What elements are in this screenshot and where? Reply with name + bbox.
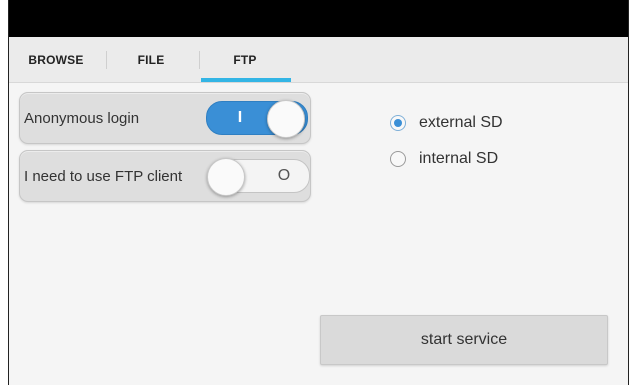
status-bar [9, 0, 628, 37]
ftp-client-row[interactable]: I need to use FTP client O [19, 150, 311, 202]
radio-unchecked-icon[interactable] [390, 151, 406, 167]
radio-internal-sd-label: internal SD [419, 150, 499, 167]
ftp-client-label: I need to use FTP client [24, 167, 183, 185]
radio-internal-sd[interactable]: internal SD [390, 146, 498, 172]
switch-knob [267, 100, 305, 138]
anonymous-login-row[interactable]: Anonymous login I [19, 92, 311, 144]
radio-external-sd-label: external SD [419, 114, 503, 131]
switch-off-text: O [277, 167, 291, 184]
radio-external-sd[interactable]: external SD [390, 110, 503, 136]
tab-bar: BROWSE FILE FTP [9, 37, 628, 83]
app-window: BROWSE FILE FTP Anonymous login I I need… [8, 0, 629, 385]
ftp-client-switch[interactable]: O [207, 158, 310, 196]
tab-file[interactable]: FILE [119, 37, 183, 82]
tab-divider [106, 51, 107, 69]
start-service-button[interactable]: start service [320, 315, 608, 365]
tab-browse[interactable]: BROWSE [21, 37, 91, 82]
switch-knob [207, 158, 245, 196]
tab-selected-indicator [201, 78, 291, 82]
radio-dot-icon [394, 119, 402, 127]
anonymous-login-switch[interactable]: I [206, 100, 308, 138]
switch-on-text: I [237, 109, 243, 126]
anonymous-login-label: Anonymous login [24, 109, 140, 127]
tab-ftp[interactable]: FTP [199, 37, 291, 82]
radio-checked-icon[interactable] [390, 115, 406, 131]
